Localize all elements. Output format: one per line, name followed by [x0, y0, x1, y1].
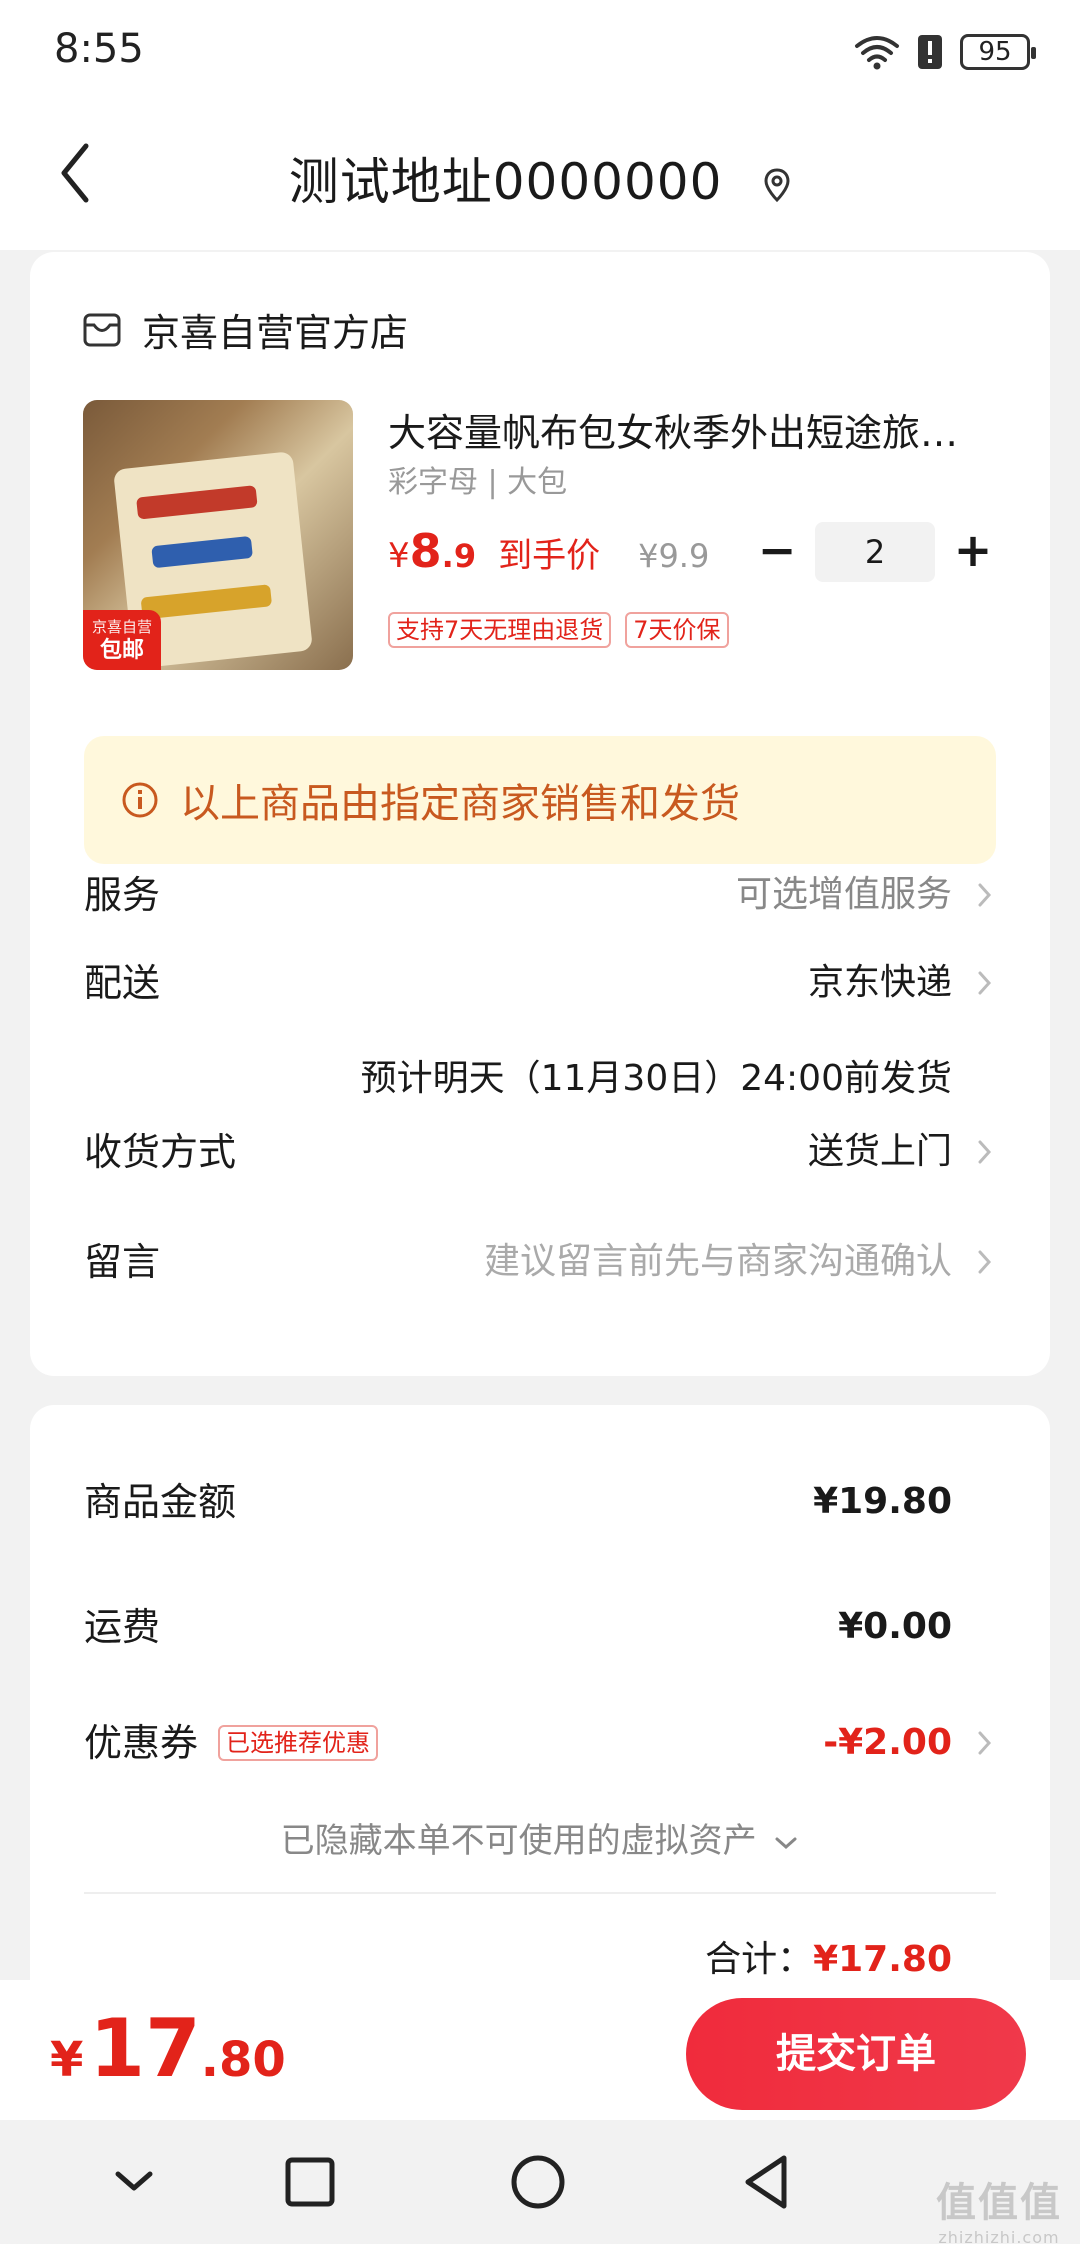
seller-notice: 以上商品由指定商家销售和发货: [84, 736, 996, 864]
receive-method-row[interactable]: 收货方式 送货上门: [84, 1117, 996, 1187]
price-protection-tag: 7天价保: [625, 612, 729, 648]
status-bar: 8:55 95: [0, 0, 1080, 110]
wifi-icon: [855, 36, 899, 70]
store-icon: [83, 313, 121, 346]
hidden-assets-text: 已隐藏本单不可使用的虚拟资产: [280, 1821, 757, 1861]
free-shipping-badge: 京喜自营 包邮: [83, 610, 161, 670]
delivery-label: 配送: [84, 961, 161, 1005]
hidden-assets-toggle[interactable]: 已隐藏本单不可使用的虚拟资产: [30, 1813, 1050, 1862]
location-pin-icon: [763, 157, 791, 215]
recent-apps-icon[interactable]: [280, 2152, 340, 2212]
quantity-decrease-button[interactable]: −: [752, 522, 802, 582]
price-row: ¥ 8 .9 到手价 ¥9.9: [388, 524, 709, 584]
battery-icon: 95: [960, 34, 1036, 70]
back-triangle-icon[interactable]: [738, 2152, 798, 2212]
return-policy-tag: 支持7天无理由退货: [388, 612, 612, 648]
payable-integer: 17: [89, 2002, 201, 2095]
quantity-input[interactable]: 2: [815, 522, 935, 582]
price-decimal: .9: [441, 537, 477, 575]
chevron-right-icon: [978, 1731, 992, 1755]
product-image[interactable]: 京喜自营 包邮: [83, 400, 353, 670]
status-icons: 95: [854, 30, 1036, 74]
payable-symbol: ¥: [50, 2032, 84, 2088]
submit-order-button[interactable]: 提交订单: [686, 1998, 1026, 2110]
alert-icon: [918, 35, 942, 69]
shipping-fee-row: 运费 ¥0.00: [84, 1592, 996, 1662]
receive-method-value: 送货上门: [807, 1131, 952, 1172]
service-value: 可选增值服务: [735, 874, 952, 915]
chevron-down-icon[interactable]: [104, 2152, 164, 2212]
total-value: ¥17.80: [813, 1939, 952, 1980]
notice-text: 以上商品由指定商家销售和发货: [180, 781, 740, 827]
chevron-right-icon: [978, 971, 992, 995]
payable-decimal: .80: [200, 2032, 286, 2088]
receive-method-label: 收货方式: [84, 1130, 237, 1174]
watermark-logo: 值值值 zhizhizhi.com: [936, 2180, 1062, 2244]
message-label: 留言: [84, 1240, 161, 1284]
goods-amount-row: 商品金额 ¥19.80: [84, 1467, 996, 1537]
price-symbol: ¥: [388, 536, 410, 576]
product-tags: 支持7天无理由退货 7天价保: [388, 612, 729, 648]
goods-amount-value: ¥19.80: [813, 1481, 952, 1522]
store-header[interactable]: 京喜自营官方店: [82, 302, 408, 357]
coupon-row[interactable]: 优惠券 已选推荐优惠 -¥2.00: [84, 1708, 996, 1778]
page-title: 测试地址0000000: [288, 153, 723, 211]
bottom-action-bar: ¥ 17 .80 提交订单: [0, 1980, 1080, 2120]
home-icon[interactable]: [508, 2152, 568, 2212]
chevron-down-icon: [775, 1837, 797, 1849]
coupon-selected-tag: 已选推荐优惠: [218, 1725, 378, 1761]
message-row[interactable]: 留言 建议留言前先与商家沟通确认: [84, 1227, 996, 1297]
delivery-value: 京东快递: [807, 962, 952, 1003]
shipping-fee-label: 运费: [84, 1605, 161, 1649]
product-spec[interactable]: 彩字母 | 大包: [388, 457, 567, 501]
info-icon: [122, 782, 158, 818]
final-price-label: 到手价: [498, 536, 601, 576]
order-card: 京喜自营官方店 京喜自营 包邮 大容量帆布包女秋季外出短途旅… 彩字母 | 大包…: [30, 252, 1050, 1376]
quantity-increase-button[interactable]: +: [948, 522, 998, 582]
chevron-right-icon: [978, 1140, 992, 1164]
service-row[interactable]: 服务 可选增值服务: [84, 860, 996, 930]
coupon-label: 优惠券: [84, 1721, 199, 1765]
nav-bar: 测试地址0000000: [0, 110, 1080, 250]
product-title[interactable]: 大容量帆布包女秋季外出短途旅…: [388, 402, 998, 457]
message-input[interactable]: 建议留言前先与商家沟通确认: [484, 1227, 952, 1297]
price-integer: 8: [409, 524, 442, 578]
shipping-fee-value: ¥0.00: [838, 1606, 952, 1647]
goods-amount-label: 商品金额: [84, 1480, 237, 1524]
chevron-right-icon: [978, 883, 992, 907]
status-time: 8:55: [54, 26, 144, 72]
delivery-estimate: 预计明天（11月30日）24:00前发货: [360, 1058, 952, 1099]
payable-amount: ¥ 17 .80: [50, 2002, 286, 2095]
original-price: ¥9.9: [638, 537, 710, 575]
price-summary-card: 商品金额 ¥19.80 运费 ¥0.00 优惠券 已选推荐优惠 -¥2.00 已…: [30, 1405, 1050, 2005]
divider: [84, 1892, 996, 1894]
chevron-right-icon: [978, 1250, 992, 1274]
store-name: 京喜自营官方店: [142, 311, 409, 355]
total-label: 合计：: [705, 1939, 814, 1980]
delivery-row[interactable]: 配送 京东快递: [84, 948, 996, 1018]
total-row: 合计：¥17.80: [705, 1930, 952, 1982]
system-navigation-bar: 值值值 zhizhizhi.com: [0, 2120, 1080, 2244]
coupon-value: -¥2.00: [823, 1722, 952, 1763]
service-label: 服务: [84, 873, 161, 917]
address-title[interactable]: 测试地址0000000: [0, 142, 1080, 215]
